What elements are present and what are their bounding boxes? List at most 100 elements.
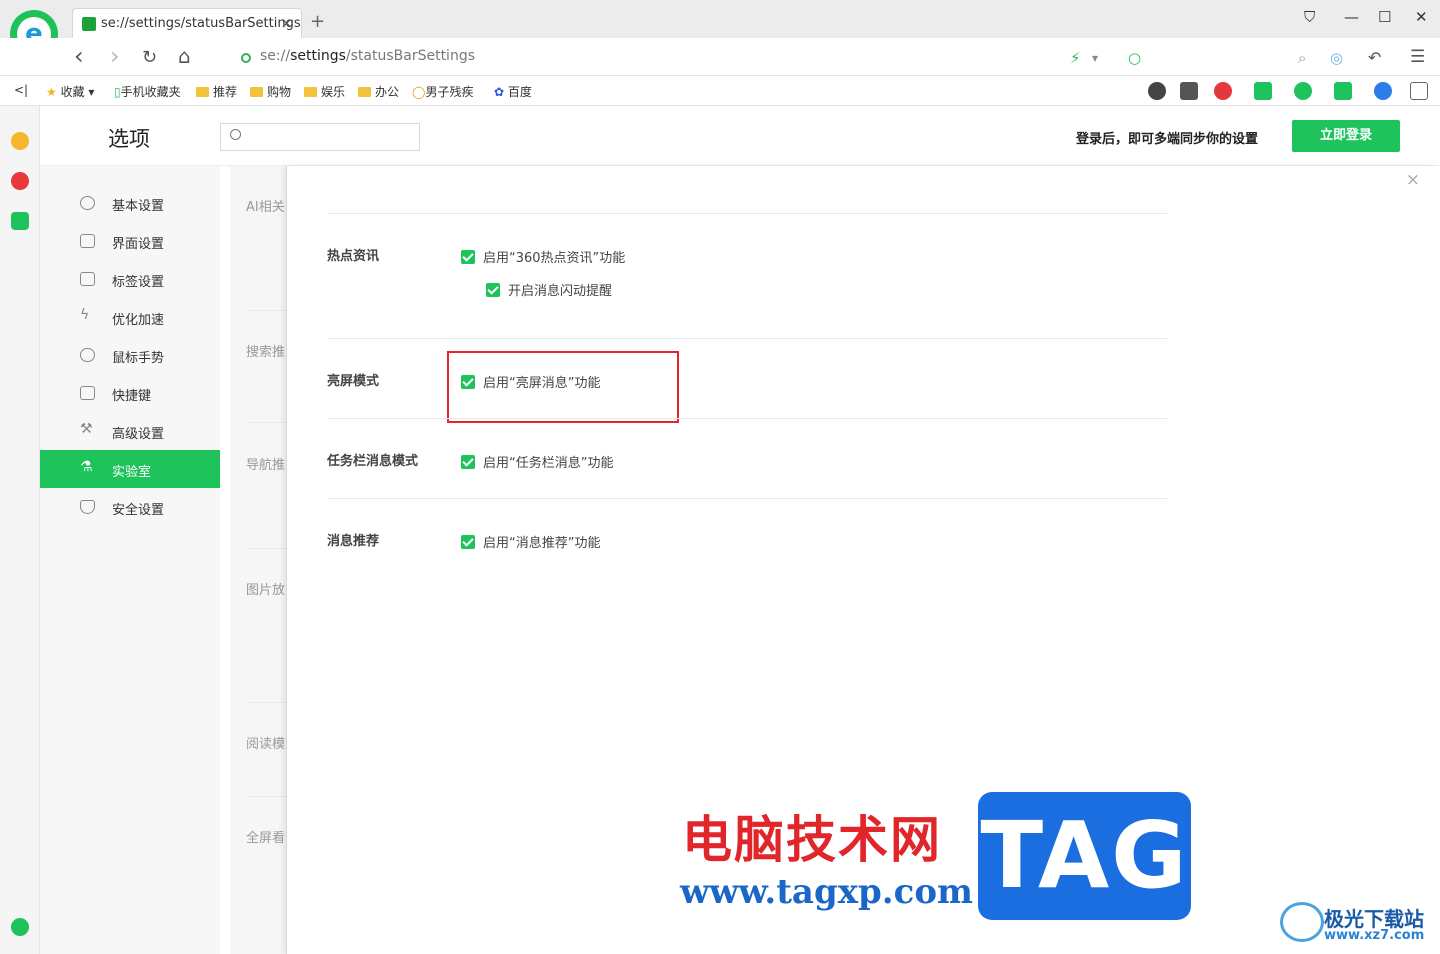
settings-search-input[interactable] [220,123,420,151]
mail-icon[interactable] [11,212,29,230]
divider [246,548,290,549]
section-label: 图片放 [246,583,286,598]
checkbox-checked-icon [461,250,475,264]
close-window-button[interactable]: ✕ [1415,8,1428,26]
checkbox-checked-icon [461,455,475,469]
recommend-checkbox[interactable]: 启用“消息推荐”功能 [461,532,600,551]
side-rail [0,106,40,954]
settings-tab-icon [82,17,96,31]
bookmark-shopping[interactable]: 购物 [250,83,291,100]
menu-item-security[interactable]: 安全设置 [40,488,220,526]
login-button[interactable]: 立即登录 [1292,120,1400,152]
cursor-tool-icon[interactable] [1148,82,1166,100]
search-icon [230,129,241,140]
divider [246,310,290,311]
checkbox-checked-icon [461,535,475,549]
highlight-box [447,351,679,423]
settings-header: 选项 登录后，即可多端同步你的设置 立即登录 [40,106,1440,166]
chevron-down-icon[interactable]: ▾ [1092,51,1098,65]
minimize-button[interactable]: — [1344,8,1359,26]
menu-item-advanced[interactable]: ⚒ 高级设置 [40,412,220,450]
menu-item-optimize[interactable]: ϟ 优化加速 [40,298,220,336]
section-label: 导航推 [246,458,286,473]
tab-icon [80,272,95,286]
divider [327,338,1167,339]
section-title-bright-screen: 亮屏模式 [327,374,380,389]
menu-item-basic[interactable]: 基本设置 [40,184,220,222]
find-icon[interactable] [1374,82,1392,100]
menu-item-mouse[interactable]: 鼠标手势 [40,336,220,374]
shield-icon [80,500,95,514]
bookmark-link[interactable]: ◯男子残疾 [412,83,473,100]
weibo-icon[interactable] [11,172,29,190]
search-icon[interactable]: ⌕ [1298,49,1306,67]
lightning-icon: ϟ [80,307,90,323]
add-icon[interactable] [11,918,29,936]
address-bar[interactable]: se://settings/statusBarSettings [260,48,475,64]
reload-icon[interactable]: ↻ [142,47,157,68]
star-icon[interactable] [11,132,29,150]
translate-icon[interactable]: ◎ [1330,49,1343,67]
undo-icon[interactable]: ↶ [1368,48,1381,67]
skin-icon[interactable]: ⛉ [1304,8,1315,26]
reader-icon[interactable] [1180,82,1198,100]
window-icon [80,234,95,248]
menu-item-shortcuts[interactable]: 快捷键 [40,374,220,412]
new-tab-button[interactable]: + [310,11,325,32]
apps-icon[interactable] [1410,82,1428,100]
divider [327,498,1167,499]
section-label: 阅读模 [246,737,286,752]
bookmark-favorites[interactable]: ★ 收藏 ▾ [46,83,94,100]
taskbar-message-checkbox[interactable]: 启用“任务栏消息”功能 [461,452,613,471]
menu-item-interface[interactable]: 界面设置 [40,222,220,260]
login-hint: 登录后，即可多端同步你的设置 [1076,132,1259,147]
section-title-hot-news: 热点资讯 [327,249,380,264]
divider [246,422,290,423]
tab-settings[interactable]: se://settings/statusBarSettings × [72,8,302,38]
back-icon[interactable]: ‹ [74,42,84,70]
tab-title: se://settings/statusBarSettings [101,16,301,31]
secure-icon [241,53,251,63]
tab-close-icon[interactable]: × [280,14,293,32]
lightning-icon[interactable]: ⚡ [1070,49,1081,67]
hot-news-checkbox[interactable]: 启用“360热点资讯”功能 [461,247,625,266]
bookmark-recommend[interactable]: 推荐 [196,83,237,100]
divider [327,213,1167,214]
menu-item-tabs[interactable]: 标签设置 [40,260,220,298]
keyboard-icon [80,386,95,400]
maximize-button[interactable]: ☐ [1378,8,1391,26]
bookmark-mobile[interactable]: ▯手机收藏夹 [114,83,181,100]
watermark-url: www.tagxp.com [680,872,973,912]
game-icon[interactable] [1334,82,1352,100]
flash-alert-checkbox[interactable]: 开启消息闪动提醒 [486,280,612,299]
section-label: 全屏看 [246,831,286,846]
home-icon[interactable]: ⌂ [178,44,191,68]
checkbox-checked-icon [486,283,500,297]
section-label: AI相关 [246,200,285,215]
divider [327,418,1167,419]
bookmark-office[interactable]: 办公 [358,83,399,100]
translate-tool-icon[interactable] [1254,82,1272,100]
bookmark-baidu[interactable]: ✿ 百度 [494,83,532,100]
forward-icon[interactable]: › [110,42,120,70]
section-title-recommend: 消息推荐 [327,534,380,549]
close-panel-icon[interactable]: × [1406,170,1420,190]
bookmark-bar: <| ★ 收藏 ▾ ▯手机收藏夹 推荐 购物 娱乐 办公 ◯男子残疾 ✿ 百度 [0,76,1440,106]
watermark-site-url: www.xz7.com [1324,928,1425,943]
watermark-site-logo [1280,902,1324,942]
collapse-sidebar-icon[interactable]: <| [14,83,28,97]
divider [246,796,290,797]
money-icon[interactable] [1294,82,1312,100]
mouse-icon [80,348,95,362]
gear-icon [80,196,95,210]
navigation-bar: ‹ › ↻ ⌂ se://settings/statusBarSettings … [0,38,1440,76]
watermark-tag-logo: TAG [978,792,1191,920]
page-title: 选项 [108,127,150,151]
menu-icon[interactable]: ☰ [1410,47,1425,67]
menu-item-lab[interactable]: ⚗ 实验室 [40,450,220,488]
section-label: 搜索推 [246,345,286,360]
screenshot-icon[interactable] [1214,82,1232,100]
search-engine-icon[interactable]: ○ [1128,49,1141,67]
bookmark-entertainment[interactable]: 娱乐 [304,83,345,100]
settings-menu: 基本设置 界面设置 标签设置 ϟ 优化加速 鼠标手势 快捷键 ⚒ 高级设置 ⚗ 实验室… [40,166,220,954]
